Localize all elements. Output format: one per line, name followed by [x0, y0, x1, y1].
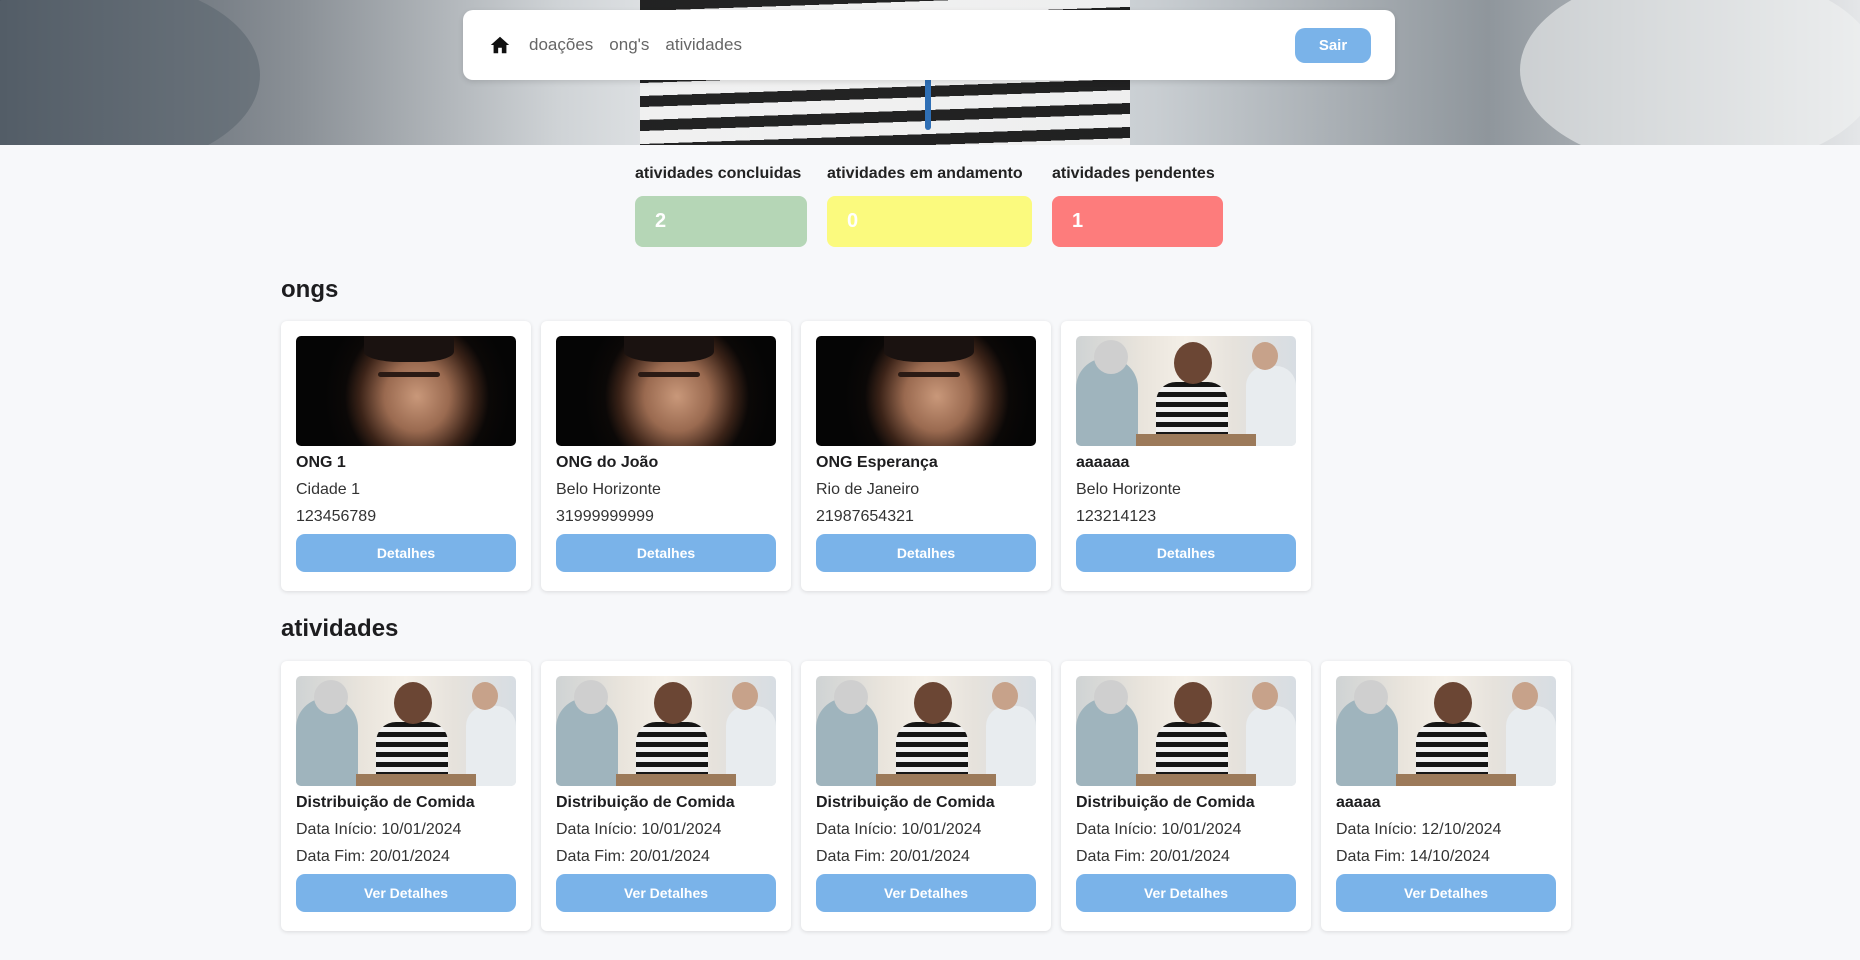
- activity-start-date: Data Início: 10/01/2024: [816, 821, 982, 838]
- activity-card: Distribuição de Comida Data Início: 10/0…: [281, 661, 531, 931]
- activity-end-date: Data Fim: 20/01/2024: [296, 848, 450, 865]
- ong-card: ONG Esperança Rio de Janeiro 21987654321…: [801, 321, 1051, 591]
- stat-label: atividades pendentes: [1052, 165, 1215, 182]
- activity-image: [556, 676, 776, 786]
- activity-end-date: Data Fim: 20/01/2024: [556, 848, 710, 865]
- activity-image: [296, 676, 516, 786]
- ong-details-button[interactable]: Detalhes: [556, 534, 776, 572]
- activity-details-button[interactable]: Ver Detalhes: [1336, 874, 1556, 912]
- activity-card: aaaaa Data Início: 12/10/2024 Data Fim: …: [1321, 661, 1571, 931]
- ong-city: Belo Horizonte: [1076, 481, 1181, 498]
- home-icon[interactable]: [489, 34, 511, 56]
- stat-value: 1: [1052, 196, 1223, 247]
- ong-image: [556, 336, 776, 446]
- ong-details-button[interactable]: Detalhes: [816, 534, 1036, 572]
- ong-phone: 123456789: [296, 508, 377, 525]
- ong-name: ONG Esperança: [816, 454, 938, 471]
- activity-image: [1076, 676, 1296, 786]
- activity-start-date: Data Início: 10/01/2024: [556, 821, 722, 838]
- ong-city: Rio de Janeiro: [816, 481, 920, 498]
- activity-card: Distribuição de Comida Data Início: 10/0…: [801, 661, 1051, 931]
- ong-name: aaaaaa: [1076, 454, 1130, 471]
- activity-image: [816, 676, 1036, 786]
- activity-details-button[interactable]: Ver Detalhes: [1076, 874, 1296, 912]
- activity-card: Distribuição de Comida Data Início: 10/0…: [541, 661, 791, 931]
- ong-city: Cidade 1: [296, 481, 361, 498]
- stat-label: atividades em andamento: [827, 165, 1023, 182]
- activity-start-date: Data Início: 10/01/2024: [296, 821, 462, 838]
- activity-card: Distribuição de Comida Data Início: 10/0…: [1061, 661, 1311, 931]
- section-title-ongs: ongs: [281, 276, 339, 303]
- ong-phone: 31999999999: [556, 508, 654, 525]
- activity-end-date: Data Fim: 20/01/2024: [1076, 848, 1230, 865]
- stat-completed: atividades concluidas 2: [635, 165, 807, 247]
- activity-image: [1336, 676, 1556, 786]
- nav-link-atividades[interactable]: atividades: [665, 35, 742, 55]
- ong-card: aaaaaa Belo Horizonte 123214123 Detalhes: [1061, 321, 1311, 591]
- ong-image: [816, 336, 1036, 446]
- ong-image: [1076, 336, 1296, 446]
- ong-name: ONG 1: [296, 454, 346, 471]
- logout-button[interactable]: Sair: [1295, 27, 1371, 63]
- activity-end-date: Data Fim: 14/10/2024: [1336, 848, 1490, 865]
- stat-pending: atividades pendentes 1: [1052, 165, 1223, 247]
- activity-start-date: Data Início: 12/10/2024: [1336, 821, 1502, 838]
- ong-details-button[interactable]: Detalhes: [1076, 534, 1296, 572]
- activity-name: Distribuição de Comida: [816, 794, 995, 811]
- ong-city: Belo Horizonte: [556, 481, 661, 498]
- stat-value: 0: [827, 196, 1032, 247]
- stat-value: 2: [635, 196, 807, 247]
- activity-details-button[interactable]: Ver Detalhes: [816, 874, 1036, 912]
- ong-name: ONG do João: [556, 454, 659, 471]
- ong-phone: 123214123: [1076, 508, 1157, 525]
- ong-card: ONG do João Belo Horizonte 31999999999 D…: [541, 321, 791, 591]
- nav-link-ongs[interactable]: ong's: [609, 35, 649, 55]
- stat-in-progress: atividades em andamento 0: [827, 165, 1032, 247]
- atividades-grid: Distribuição de Comida Data Início: 10/0…: [281, 661, 1571, 931]
- ong-card: ONG 1 Cidade 1 123456789 Detalhes: [281, 321, 531, 591]
- stat-label: atividades concluidas: [635, 165, 802, 182]
- section-title-atividades: atividades: [281, 615, 399, 642]
- ong-image: [296, 336, 516, 446]
- activity-end-date: Data Fim: 20/01/2024: [816, 848, 970, 865]
- ong-details-button[interactable]: Detalhes: [296, 534, 516, 572]
- navbar: doações ong's atividades Sair: [463, 10, 1395, 80]
- activity-name: aaaaa: [1336, 794, 1381, 811]
- activity-start-date: Data Início: 10/01/2024: [1076, 821, 1242, 838]
- activity-details-button[interactable]: Ver Detalhes: [296, 874, 516, 912]
- ongs-grid: ONG 1 Cidade 1 123456789 Detalhes ONG do…: [281, 321, 1311, 591]
- activity-name: Distribuição de Comida: [296, 794, 475, 811]
- activity-name: Distribuição de Comida: [556, 794, 735, 811]
- activity-name: Distribuição de Comida: [1076, 794, 1255, 811]
- ong-phone: 21987654321: [816, 508, 914, 525]
- activity-details-button[interactable]: Ver Detalhes: [556, 874, 776, 912]
- nav-link-doacoes[interactable]: doações: [529, 35, 593, 55]
